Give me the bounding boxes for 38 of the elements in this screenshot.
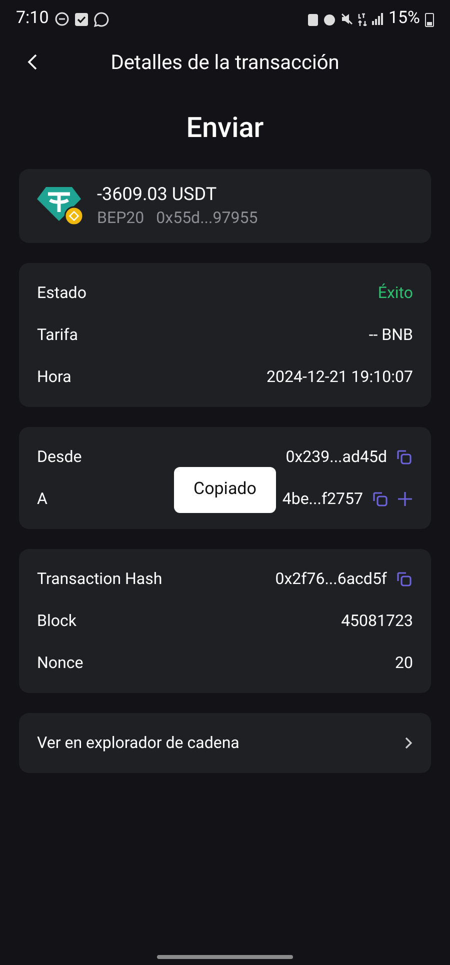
chat-icon	[94, 12, 109, 26]
lte-icon	[358, 12, 368, 26]
row-label: Transaction Hash	[37, 568, 162, 590]
status-time: 7:10	[16, 7, 49, 30]
page-title: Detalles de la transacción	[110, 49, 340, 76]
mute-icon	[341, 13, 354, 25]
copied-toast: Copiado	[174, 467, 276, 513]
checkbox-icon	[74, 12, 88, 26]
battery-level: 15%	[388, 7, 420, 30]
row-value: 0x239...ad45d	[286, 446, 387, 468]
battery-icon	[425, 12, 434, 26]
chevron-right-icon	[403, 736, 413, 750]
transaction-type: Enviar	[186, 110, 264, 146]
row-label: Tarifa	[37, 324, 78, 346]
copy-icon[interactable]	[371, 490, 389, 508]
do-not-disturb-icon	[54, 12, 69, 26]
row-value: Éxito	[378, 282, 413, 304]
row-label: Estado	[37, 282, 86, 304]
row-value: -- BNB	[368, 324, 413, 346]
explorer-link[interactable]: Ver en explorador de cadena	[19, 713, 431, 773]
row-value: 2024-12-21 19:10:07	[266, 366, 413, 388]
copy-icon[interactable]	[395, 448, 413, 466]
signal-icon	[372, 13, 384, 25]
row-label: Nonce	[37, 652, 84, 674]
row-value: 4be...f2757	[282, 488, 363, 510]
row-label: Block	[37, 610, 76, 632]
row-value: 0x2f76...6acd5f	[275, 568, 387, 590]
network-label: BEP20	[97, 207, 144, 229]
token-icon	[37, 185, 85, 227]
row-label: Hora	[37, 366, 72, 388]
row-label: A	[37, 488, 48, 510]
plus-icon[interactable]	[397, 491, 413, 507]
row-label: Desde	[37, 446, 82, 468]
row-value: 45081723	[341, 610, 413, 632]
asset-amount: -3609.03 USDT	[97, 183, 218, 207]
copy-icon[interactable]	[395, 570, 413, 588]
row-value: 20	[395, 652, 413, 674]
contract-address: 0x55d...97955	[156, 207, 258, 229]
